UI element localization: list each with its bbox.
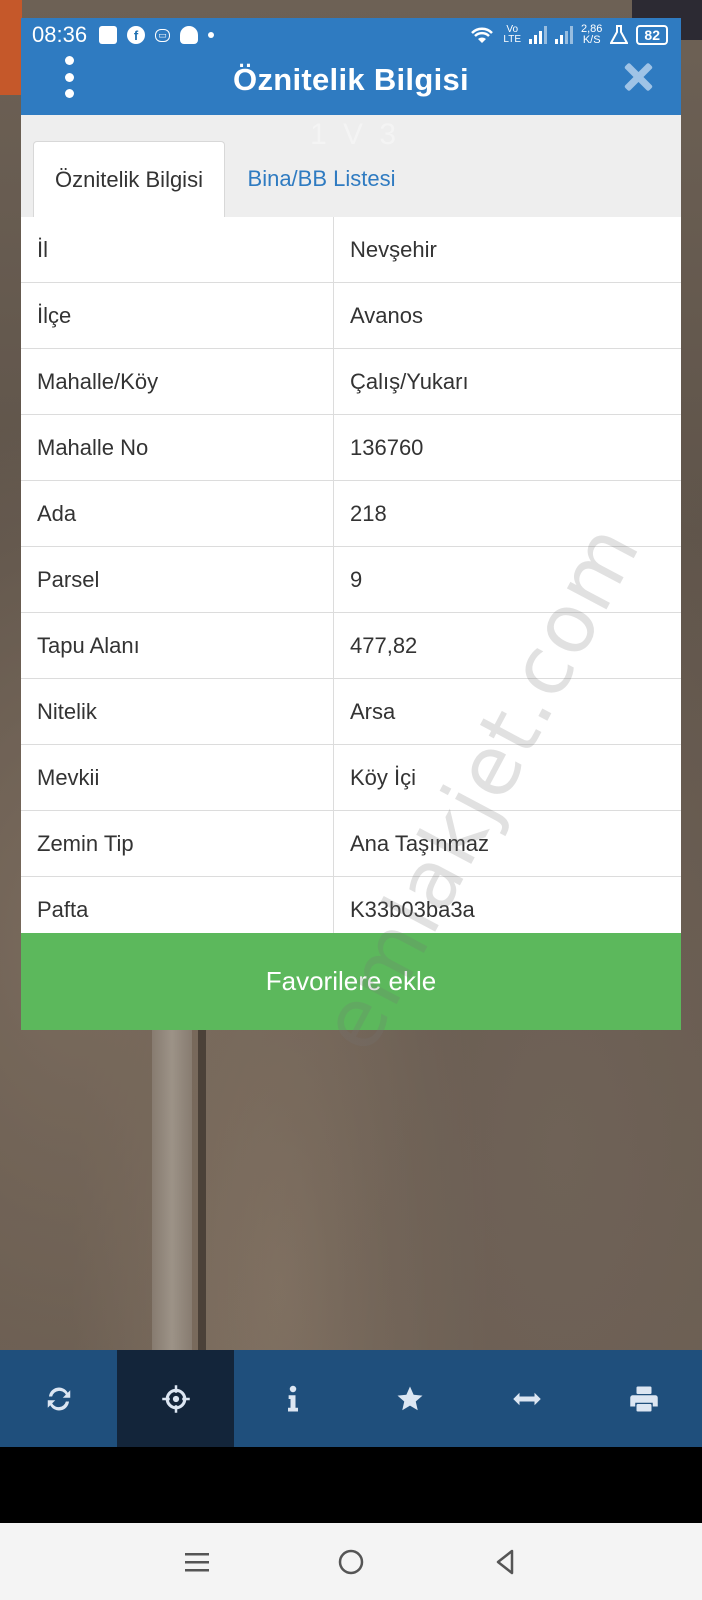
info-icon [287, 1385, 298, 1411]
flask-icon [610, 25, 629, 44]
wifi-icon [471, 27, 494, 43]
row-key: Nitelik [21, 679, 334, 744]
home-button[interactable] [331, 1542, 371, 1582]
table-row: İlçe Avanos [21, 283, 681, 349]
row-key: Parsel [21, 547, 334, 612]
map-patch [0, 0, 22, 95]
table-row: Tapu Alanı 477,82 [21, 613, 681, 679]
recent-apps-button[interactable] [177, 1542, 217, 1582]
row-key: Ada [21, 481, 334, 546]
app-notification-icon: ▭ [155, 28, 170, 42]
row-value: 218 [350, 500, 387, 526]
add-to-favorites-button[interactable]: Favorilere ekle [21, 933, 681, 1030]
measure-button[interactable] [468, 1350, 585, 1447]
status-time: 08:36 [32, 22, 88, 47]
print-icon [629, 1386, 658, 1411]
signal-icon [529, 26, 547, 44]
row-value: Avanos [350, 302, 423, 328]
close-icon[interactable] [623, 62, 653, 92]
row-key: Tapu Alanı [21, 613, 334, 678]
system-nav-bar [0, 1523, 702, 1600]
row-key: Mahalle No [21, 415, 334, 480]
snapchat-icon [179, 26, 198, 44]
row-value: 136760 [350, 434, 424, 460]
back-icon [496, 1549, 514, 1574]
refresh-icon [47, 1386, 70, 1411]
table-row: Parsel 9 [21, 547, 681, 613]
locate-button[interactable] [117, 1350, 234, 1447]
table-row: Zemin Tip Ana Taşınmaz [21, 811, 681, 877]
row-value: Nevşehir [350, 236, 437, 262]
signal-icon [555, 26, 573, 44]
home-icon [338, 1549, 364, 1574]
map-road [198, 1030, 206, 1350]
row-value: Ana Taşınmaz [350, 830, 490, 856]
recent-apps-icon [185, 1552, 209, 1571]
row-value: Çalış/Yukarı [350, 368, 469, 394]
volte-indicator: Vo LTE [503, 24, 521, 45]
info-button[interactable] [234, 1350, 351, 1447]
refresh-button[interactable] [0, 1350, 117, 1447]
map-toolbar [0, 1350, 702, 1447]
facebook-icon: f [127, 26, 146, 44]
status-bar: 08:36 f ▭ Vo LTE 2,86 K/S 82 [22, 18, 680, 52]
dialog-title: Öznitelik Bilgisi [233, 62, 469, 97]
table-row: Ada 218 [21, 481, 681, 547]
arrows-horizontal-icon [512, 1392, 541, 1405]
map-road [152, 1030, 192, 1350]
table-row: Mahalle No 136760 [21, 415, 681, 481]
row-key: İlçe [21, 283, 334, 348]
table-row: Mevkii Köy İçi [21, 745, 681, 811]
favorites-button[interactable] [351, 1350, 468, 1447]
row-value: Arsa [350, 698, 396, 724]
print-button[interactable] [585, 1350, 702, 1447]
table-row: Mahalle/Köy Çalış/Yukarı [21, 349, 681, 415]
row-key: Mahalle/Köy [21, 349, 334, 414]
table-row: İl Nevşehir [21, 217, 681, 283]
attribute-dialog: Öznitelik Bilgisi Öznitelik Bilgisi Bina… [21, 18, 681, 1030]
back-button[interactable] [485, 1542, 525, 1582]
row-value: 477,82 [350, 632, 418, 658]
network-speed: 2,86 K/S [581, 23, 603, 46]
notification-icon [99, 26, 118, 44]
row-key: İl [21, 217, 334, 282]
crosshair-icon [161, 1384, 190, 1413]
row-value: 9 [350, 566, 363, 592]
star-icon [397, 1386, 422, 1410]
tab-building-list[interactable]: Bina/BB Listesi [234, 141, 409, 216]
attribute-table: İl Nevşehir İlçe Avanos Mahalle/Köy Çalı… [21, 217, 681, 943]
row-key: Zemin Tip [21, 811, 334, 876]
row-value: Köy İçi [350, 764, 417, 790]
black-band [0, 1447, 702, 1523]
tab-attribute-info[interactable]: Öznitelik Bilgisi [33, 141, 225, 217]
battery-indicator: 82 [636, 25, 668, 45]
row-key: Mevkii [21, 745, 334, 810]
tab-bar: Öznitelik Bilgisi Bina/BB Listesi [21, 115, 681, 218]
more-notifications-icon [207, 32, 214, 38]
table-row: Nitelik Arsa [21, 679, 681, 745]
